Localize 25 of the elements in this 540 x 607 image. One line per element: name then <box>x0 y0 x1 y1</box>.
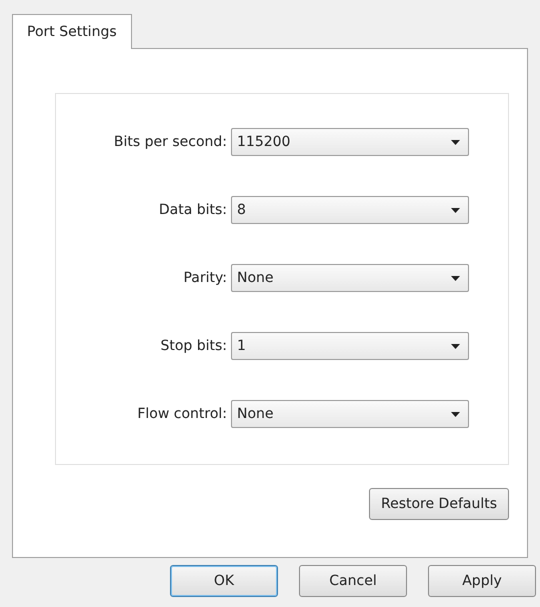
dropdown[interactable]: 115200 <box>231 128 469 156</box>
dialog-button[interactable]: Cancel <box>299 565 407 597</box>
dropdown-value: None <box>237 406 274 422</box>
dropdown-value: 8 <box>237 202 246 218</box>
tab[interactable]: Port Settings <box>12 14 132 49</box>
caret-icon <box>451 412 460 416</box>
dropdown-value: None <box>237 270 274 286</box>
caret-icon <box>451 276 460 280</box>
dropdown[interactable]: 1 <box>231 332 469 360</box>
dropdown-value: 115200 <box>237 134 290 150</box>
dropdown[interactable]: None <box>231 264 469 292</box>
field-label: Data bits: <box>158 202 228 218</box>
field-label: Bits per second: <box>112 134 228 150</box>
restore-defaults-button[interactable]: Restore Defaults <box>369 488 509 520</box>
dropdown-value: 1 <box>237 338 246 354</box>
field-label: Parity: <box>182 270 228 286</box>
dropdown[interactable]: 8 <box>231 196 469 224</box>
caret-icon <box>451 208 460 212</box>
field-label: Stop bits: <box>159 338 228 354</box>
dialog-button[interactable]: Apply <box>428 565 536 597</box>
dialog-button[interactable]: OK <box>170 565 278 597</box>
dropdown[interactable]: None <box>231 400 469 428</box>
caret-icon <box>451 140 460 144</box>
field-label: Flow control: <box>136 406 228 422</box>
caret-icon <box>451 344 460 348</box>
